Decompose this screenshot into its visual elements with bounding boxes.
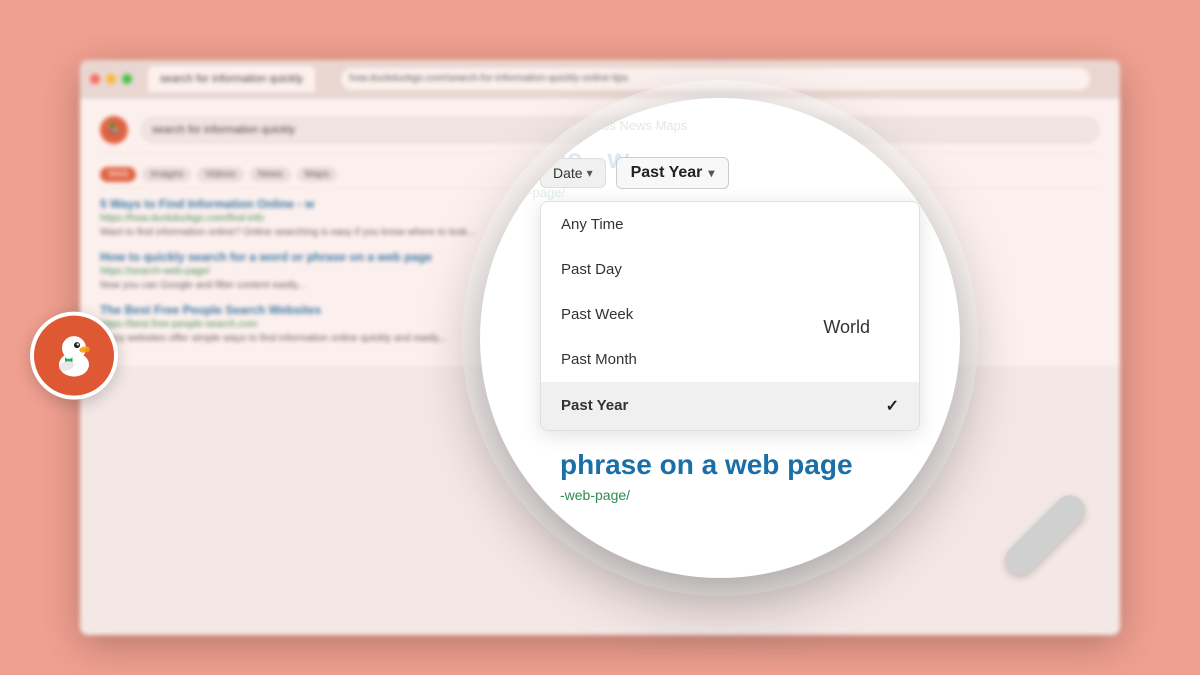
dropdown-trigger-row: Date ▾ Past Year ▾ (520, 157, 920, 189)
filter-web: Web (100, 167, 136, 182)
duck-svg (44, 325, 104, 385)
past-year-dropdown-trigger[interactable]: Past Year ▾ (616, 157, 730, 189)
filter-news: News (250, 167, 291, 182)
browser-tab: search for information quickly (148, 66, 315, 92)
filter-videos: Videos (197, 167, 243, 182)
filter-images: Images (142, 167, 191, 182)
any-time-label: Any Time (561, 216, 624, 233)
world-label: World (823, 317, 870, 338)
dropdown-item-past-month[interactable]: Past Month (541, 337, 919, 382)
time-filter-dropdown: Any Time Past Day Past Week Past Month P… (540, 201, 920, 431)
dropdown-item-past-year[interactable]: Past Year ✓ (541, 382, 919, 430)
browser-chrome: search for information quickly how.duckd… (80, 60, 1120, 98)
traffic-light-green (122, 74, 132, 84)
selected-time-label: Past Year (631, 164, 703, 182)
date-chevron-icon: ▾ (587, 166, 593, 180)
dropdown-item-any-time[interactable]: Any Time (541, 202, 919, 247)
past-week-label: Past Week (561, 306, 633, 323)
traffic-light-red (90, 74, 100, 84)
checkmark-icon: ✓ (886, 396, 899, 416)
magnifier-inner: Web Images Videos News Maps online - w -… (480, 98, 960, 578)
result-big-text: phrase on a web page -web-page/ (520, 449, 920, 503)
big-result-title: phrase on a web page (540, 449, 920, 481)
ddg-duck-logo (30, 311, 118, 399)
ddg-logo: 🦆 (100, 116, 128, 144)
past-day-label: Past Day (561, 261, 622, 278)
date-filter-button[interactable]: Date ▾ (540, 158, 606, 188)
address-bar: how.duckduckgo.com/search-for-informatio… (341, 68, 1090, 90)
past-month-label: Past Month (561, 351, 637, 368)
dropdown-item-past-day[interactable]: Past Day (541, 247, 919, 292)
filter-maps: Maps (297, 167, 337, 182)
past-year-label: Past Year (561, 397, 628, 414)
ddg-icon-overlay (30, 311, 118, 399)
big-result-url: -web-page/ (540, 487, 920, 503)
magnifier-foreground: Date ▾ Past Year ▾ Any Time Past Day Pas… (520, 157, 920, 519)
date-filter-label: Date (553, 165, 583, 181)
dropdown-chevron-icon: ▾ (708, 166, 714, 180)
magnifier-circle: Web Images Videos News Maps online - w -… (480, 98, 960, 578)
traffic-light-yellow (106, 74, 116, 84)
